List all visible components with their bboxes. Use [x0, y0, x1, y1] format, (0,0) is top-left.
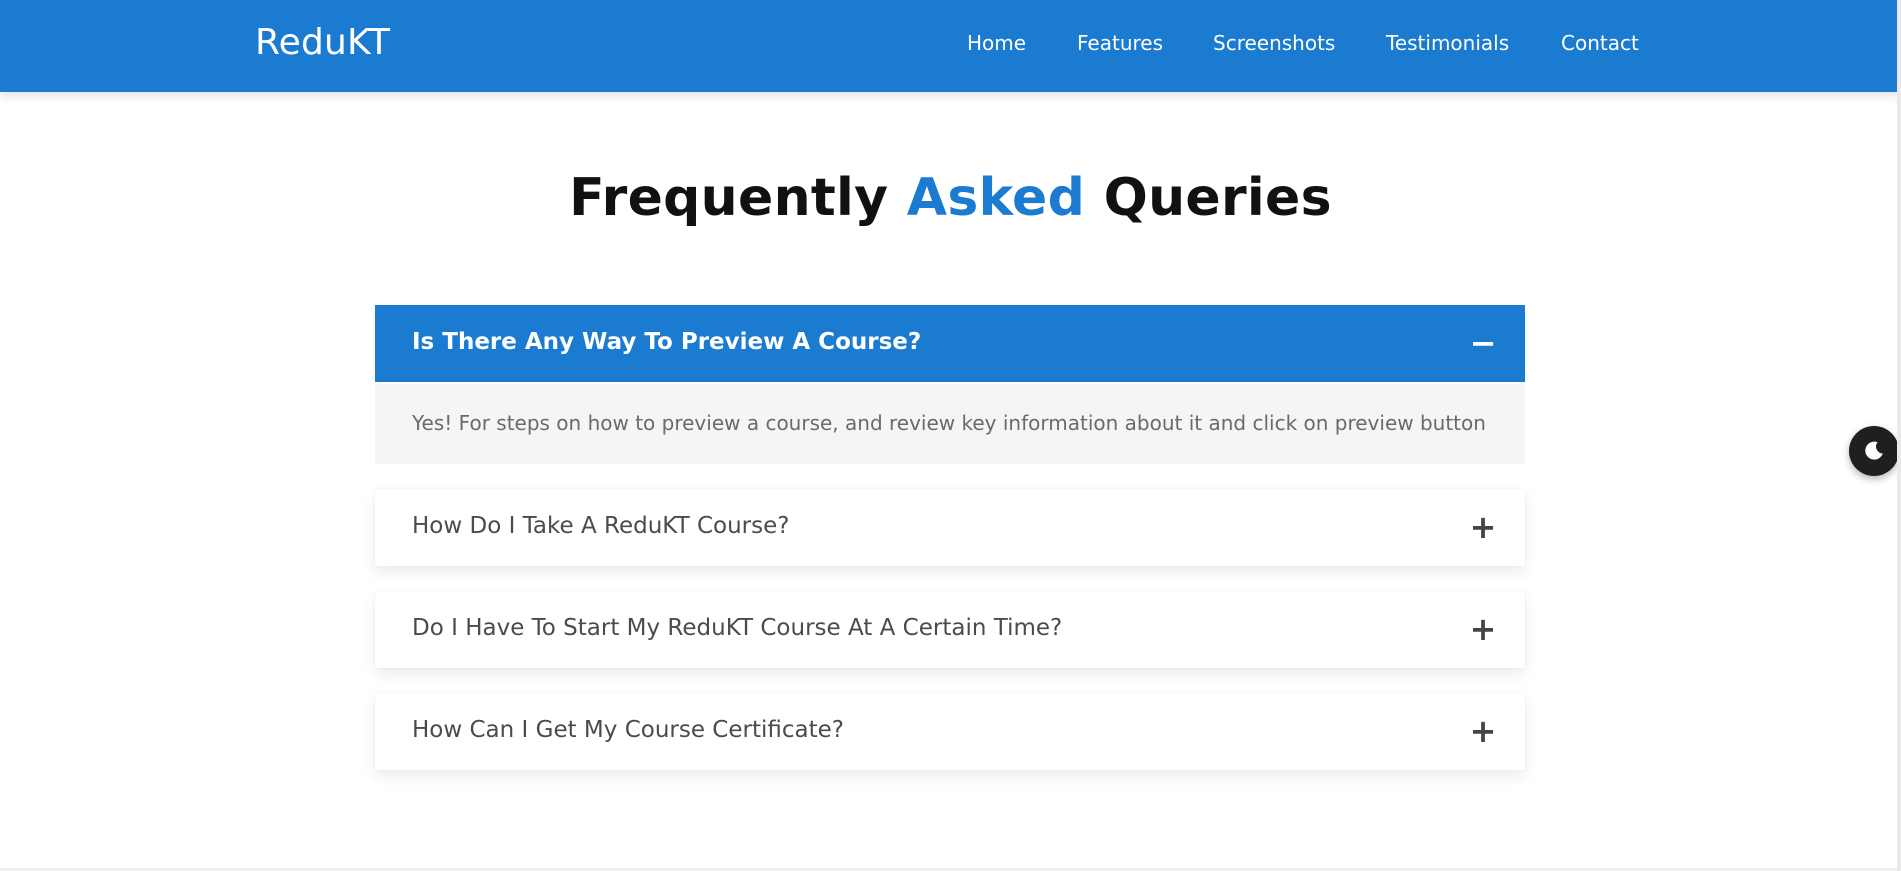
faq-title-accent: Asked: [906, 168, 1086, 228]
faq-title-suffix: Queries: [1103, 168, 1332, 228]
nav-link-testimonials[interactable]: Testimonials: [1386, 31, 1509, 55]
faq-item-start-time[interactable]: Do I Have To Start My ReduKT Course At A…: [375, 591, 1525, 668]
nav-link-contact[interactable]: Contact: [1561, 31, 1639, 55]
nav-link-screenshots[interactable]: Screenshots: [1213, 31, 1335, 55]
faq-title-prefix: Frequently: [569, 168, 889, 228]
faq-answer-text: Yes! For steps on how to preview a cours…: [412, 411, 1486, 435]
nav-link-features[interactable]: Features: [1077, 31, 1163, 55]
faq-question: Is There Any Way To Preview A Course?: [412, 329, 922, 355]
nav-link-home[interactable]: Home: [967, 31, 1026, 55]
theme-toggle-button[interactable]: [1849, 426, 1899, 476]
moon-icon: [1865, 441, 1883, 460]
plus-icon[interactable]: +: [1463, 609, 1503, 649]
faq-question: Do I Have To Start My ReduKT Course At A…: [412, 615, 1063, 641]
faq-item-preview-course[interactable]: Is There Any Way To Preview A Course? −: [375, 305, 1525, 382]
faq-question: How Can I Get My Course Certificate?: [412, 717, 844, 743]
plus-icon[interactable]: +: [1463, 507, 1503, 547]
faq-question: How Do I Take A ReduKT Course?: [412, 513, 790, 539]
plus-icon[interactable]: +: [1463, 711, 1503, 751]
top-navbar: ReduKT Home Features Screenshots Testimo…: [0, 0, 1901, 92]
minus-icon[interactable]: −: [1463, 323, 1503, 363]
faq-item-certificate[interactable]: How Can I Get My Course Certificate? +: [375, 693, 1525, 770]
scrollbar[interactable]: [1897, 0, 1901, 871]
faq-item-take-course[interactable]: How Do I Take A ReduKT Course? +: [375, 489, 1525, 566]
faq-answer-panel: Yes! For steps on how to preview a cours…: [375, 384, 1525, 464]
nav-menu: Home Features Screenshots Testimonials C…: [0, 31, 1901, 61]
faq-title: Frequently Asked Queries: [0, 168, 1901, 228]
